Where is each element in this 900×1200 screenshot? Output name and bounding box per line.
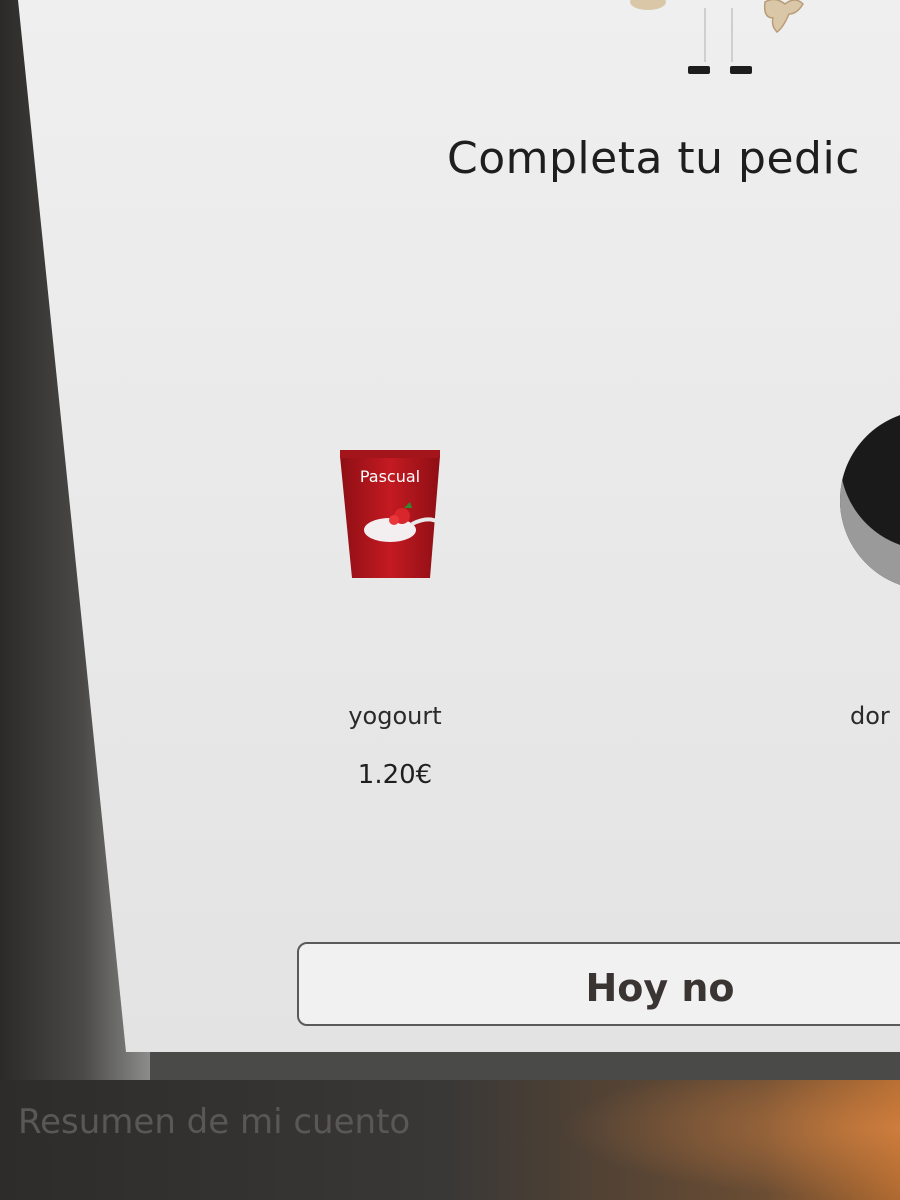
donut-product-image (840, 410, 900, 590)
product-price: 1.20€ (357, 760, 433, 790)
account-summary-link[interactable]: Resumen de mi cuento (18, 1102, 410, 1142)
bottom-bar: Resumen de mi cuento (0, 1080, 900, 1200)
hoy-no-button[interactable]: Hoy no (297, 942, 900, 1026)
product-name: yogourt (348, 702, 442, 730)
dialog-title: Completa tu pedic (447, 133, 860, 184)
product-card-partial[interactable]: dor (830, 400, 900, 760)
product-card-yogourt[interactable]: Pascual yogourt 1.20€ (300, 420, 500, 820)
kiosk-screen: Completa tu pedic Pascual yogourt 1.20€ … (0, 0, 900, 1080)
yogurt-brand-text: Pascual (360, 467, 420, 486)
yogurt-product-image: Pascual (340, 450, 440, 578)
hoy-no-button-label: Hoy no (585, 966, 735, 1010)
upsell-dialog: Completa tu pedic Pascual yogourt 1.20€ … (0, 0, 900, 1080)
mascot-illustration (630, 0, 804, 74)
product-name: dor (850, 702, 890, 730)
